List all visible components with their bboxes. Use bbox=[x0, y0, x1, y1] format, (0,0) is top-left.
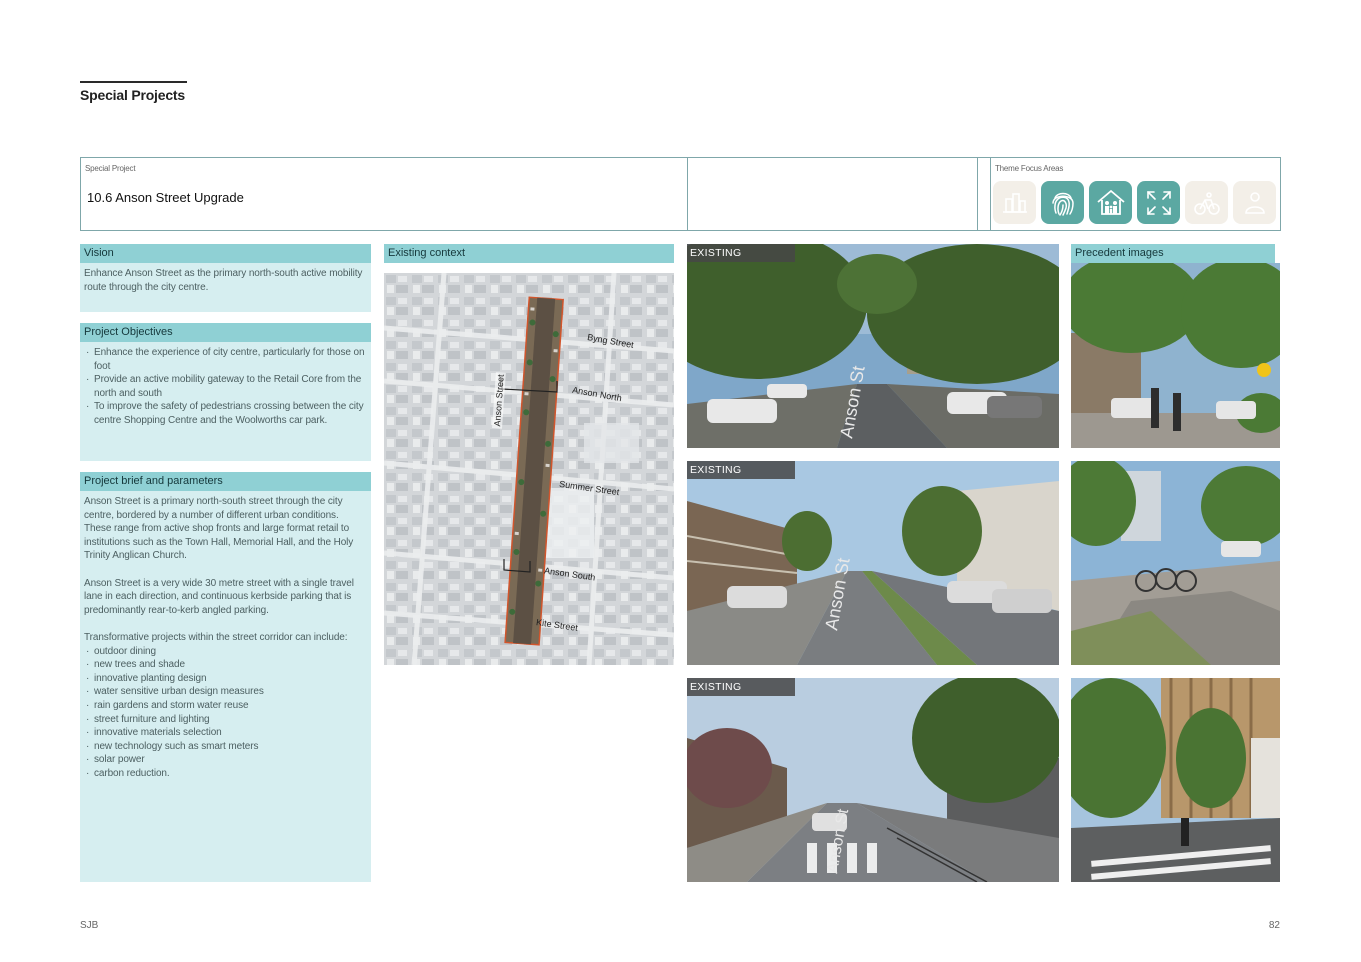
list-item: outdoor dining bbox=[84, 645, 367, 659]
footer-brand: SJB bbox=[80, 920, 99, 931]
objectives-title: Project Objectives bbox=[80, 323, 371, 342]
list-item: new trees and shade bbox=[84, 658, 367, 672]
list-item: Provide an active mobility gateway to th… bbox=[84, 373, 367, 400]
theme-icons bbox=[993, 181, 1276, 224]
vision-title: Vision bbox=[80, 244, 371, 263]
cycling-icon bbox=[1185, 181, 1228, 224]
brief-paragraph: Transformative projects within the stree… bbox=[84, 631, 348, 643]
list-item: carbon reduction. bbox=[84, 767, 367, 781]
page-title: Special Projects bbox=[80, 81, 187, 103]
aerial-map bbox=[384, 273, 674, 665]
list-item: street furniture and lighting bbox=[84, 713, 367, 727]
brief-title: Project brief and parameters bbox=[80, 472, 371, 491]
existing-photo: Anson St EXISTING bbox=[687, 461, 1059, 665]
special-project-label: Special Project bbox=[85, 164, 136, 173]
vision-text: Enhance Anson Street as the primary nort… bbox=[84, 268, 363, 293]
list-item: innovative planting design bbox=[84, 672, 367, 686]
precedent-title: Precedent images bbox=[1071, 244, 1275, 263]
theme-focus-label: Theme Focus Areas bbox=[995, 164, 1064, 173]
brief-panel: Anson Street is a primary north-south st… bbox=[80, 491, 371, 882]
list-item: new technology such as smart meters bbox=[84, 740, 367, 754]
list-item: To improve the safety of pedestrians cro… bbox=[84, 400, 367, 427]
precedent-photo bbox=[1071, 678, 1280, 882]
existing-tag: EXISTING bbox=[687, 244, 795, 262]
objectives-list: Enhance the experience of city centre, p… bbox=[84, 346, 367, 428]
context-title: Existing context bbox=[384, 244, 674, 263]
brief-paragraph: Anson Street is a primary north-south st… bbox=[84, 496, 354, 562]
precedent-photo bbox=[1071, 461, 1280, 665]
project-title: 10.6 Anson Street Upgrade bbox=[87, 190, 244, 205]
list-item: Enhance the experience of city centre, p… bbox=[84, 346, 367, 373]
page-number: 82 bbox=[1268, 920, 1280, 931]
brief-paragraph: Anson Street is a very wide 30 metre str… bbox=[84, 577, 354, 616]
existing-tag: EXISTING bbox=[687, 678, 795, 696]
header-divider bbox=[990, 158, 991, 230]
list-item: rain gardens and storm water reuse bbox=[84, 699, 367, 713]
context-map: Byng Street Anson North Anson Street Sum… bbox=[384, 273, 674, 665]
header-divider bbox=[977, 158, 978, 230]
list-item: solar power bbox=[84, 753, 367, 767]
brief-list: outdoor dining new trees and shade innov… bbox=[84, 645, 367, 781]
city-icon bbox=[993, 181, 1036, 224]
expand-arrows-icon bbox=[1137, 181, 1180, 224]
precedent-photo bbox=[1071, 263, 1280, 448]
fingerprint-icon bbox=[1041, 181, 1084, 224]
header-divider bbox=[687, 158, 688, 230]
existing-tag: EXISTING bbox=[687, 461, 795, 479]
community-house-icon bbox=[1089, 181, 1132, 224]
objectives-panel: Enhance the experience of city centre, p… bbox=[80, 342, 371, 461]
existing-photo: Anson St EXISTING bbox=[687, 678, 1059, 882]
person-icon bbox=[1233, 181, 1276, 224]
list-item: water sensitive urban design measures bbox=[84, 685, 367, 699]
existing-photo: Anson St EXISTING bbox=[687, 244, 1059, 448]
vision-panel: Enhance Anson Street as the primary nort… bbox=[80, 263, 371, 312]
project-header: Special Project 10.6 Anson Street Upgrad… bbox=[80, 157, 1281, 231]
list-item: innovative materials selection bbox=[84, 726, 367, 740]
